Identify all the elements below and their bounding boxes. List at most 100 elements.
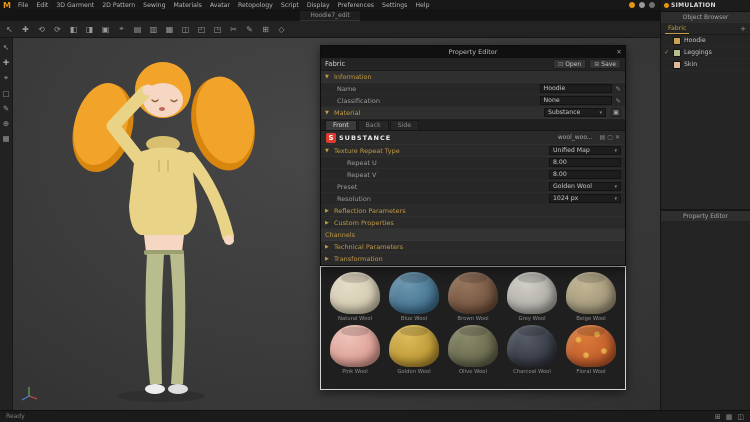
edit-pencil-icon[interactable]: ✎ — [616, 85, 621, 93]
material-thumbnail[interactable] — [507, 325, 557, 367]
sidebar-property-editor-header[interactable]: Property Editor — [661, 210, 750, 221]
avatar-character[interactable] — [23, 46, 323, 406]
material-item[interactable]: Golden Wool — [386, 325, 442, 375]
collapsed-triangle-icon[interactable]: ▶ — [325, 244, 331, 250]
material-panel-button[interactable]: ▣ — [611, 108, 621, 117]
material-thumbnail[interactable] — [566, 325, 616, 367]
material-thumbnail[interactable] — [507, 272, 557, 314]
repeat-u-field[interactable]: 8.00 — [549, 158, 621, 167]
collapsed-triangle-icon[interactable]: ▶ — [325, 256, 331, 262]
technical-parameters-header[interactable]: ▶ Technical Parameters — [321, 241, 625, 253]
expand-triangle-icon[interactable]: ▼ — [325, 110, 331, 116]
substance-action-icon[interactable]: ✕ — [615, 134, 620, 141]
tool-icon[interactable]: ⊕ — [3, 119, 9, 128]
material-item[interactable]: Natural Wool — [327, 272, 383, 322]
custom-properties-header[interactable]: ▶ Custom Properties — [321, 217, 625, 229]
resolution-dropdown[interactable]: 1024 px ▾ — [549, 194, 621, 203]
material-type-dropdown[interactable]: Substance ▾ — [544, 108, 606, 117]
material-item[interactable]: Olive Wool — [445, 325, 501, 375]
transformation-header[interactable]: ▶ Transformation — [321, 253, 625, 265]
material-thumbnail[interactable] — [330, 272, 380, 314]
menu-item[interactable]: Preferences — [334, 0, 378, 11]
material-tab[interactable]: Front — [325, 120, 357, 130]
material-thumbnail[interactable] — [448, 325, 498, 367]
material-section-header[interactable]: ▼ Material Substance ▾ ▣ — [321, 107, 625, 119]
texture-repeat-dropdown[interactable]: Unified Map ▾ — [549, 146, 621, 155]
toolbar-icon[interactable]: ⟳ — [52, 25, 63, 34]
tool-icon[interactable]: ↖ — [3, 43, 9, 52]
toolbar-icon[interactable]: ◰ — [196, 25, 207, 34]
material-item[interactable]: Floral Wool — [563, 325, 619, 375]
collapsed-triangle-icon[interactable]: ▶ — [325, 208, 331, 214]
toolbar-icon[interactable]: ⟲ — [36, 25, 47, 34]
texture-repeat-section[interactable]: ▼ Texture Repeat Type Unified Map ▾ — [321, 145, 625, 157]
menu-item[interactable]: Script — [277, 0, 303, 11]
material-thumbnail[interactable] — [448, 272, 498, 314]
menu-item[interactable]: File — [14, 0, 32, 11]
menubar-icon[interactable] — [649, 2, 655, 8]
tool-icon[interactable]: ✚ — [3, 58, 9, 67]
material-item[interactable]: Pink Wool — [327, 325, 383, 375]
close-icon[interactable]: ✕ — [613, 48, 625, 56]
menu-item[interactable]: 3D Garment — [52, 0, 98, 11]
menubar-icon[interactable] — [639, 2, 645, 8]
object-list-item[interactable]: ✓ Leggings — [661, 47, 750, 59]
material-item[interactable]: Blue Wool — [386, 272, 442, 322]
menu-item[interactable]: Help — [411, 0, 433, 11]
material-thumbnail[interactable] — [389, 272, 439, 314]
reflection-section-header[interactable]: ▶ Reflection Parameters — [321, 205, 625, 217]
object-browser-title[interactable]: Object Browser — [661, 12, 750, 23]
toolbar-icon[interactable]: ◳ — [212, 25, 223, 34]
menubar-icon[interactable] — [629, 2, 635, 8]
statusbar-icon[interactable]: ⊞ — [715, 413, 721, 421]
edit-pencil-icon[interactable]: ✎ — [616, 97, 621, 105]
document-tab[interactable]: Hoodie7_edit — [300, 11, 360, 21]
toolbar-icon[interactable]: ◇ — [276, 25, 287, 34]
material-item[interactable]: Grey Wool — [504, 272, 560, 322]
substance-action-icon[interactable]: ▤ — [600, 134, 606, 141]
toolbar-icon[interactable]: ▤ — [132, 25, 143, 34]
expand-triangle-icon[interactable]: ▼ — [325, 74, 331, 80]
toolbar-icon[interactable]: ◨ — [84, 25, 95, 34]
name-value-field[interactable]: Hoodie — [539, 84, 612, 93]
menu-item[interactable]: Materials — [170, 0, 206, 11]
channels-section-header[interactable]: Channels — [321, 229, 625, 241]
information-section-header[interactable]: ▼ Information — [321, 71, 625, 83]
menu-item[interactable]: 2D Pattern — [98, 0, 139, 11]
toolbar-icon[interactable]: ▥ — [148, 25, 159, 34]
material-item[interactable]: Beige Wool — [563, 272, 619, 322]
tool-icon[interactable]: ▢ — [2, 89, 9, 98]
menu-item[interactable]: Retopology — [234, 0, 277, 11]
material-tab[interactable]: Back — [357, 120, 389, 130]
tool-icon[interactable]: ⌖ — [4, 73, 8, 83]
toolbar-icon[interactable]: ▦ — [164, 25, 175, 34]
property-editor-titlebar[interactable]: Property Editor ✕ — [321, 46, 625, 58]
toolbar-icon[interactable]: ✚ — [20, 25, 31, 34]
material-tab[interactable]: Side — [389, 120, 420, 130]
menu-item[interactable]: Avatar — [206, 0, 234, 11]
toolbar-icon[interactable]: ✎ — [244, 25, 255, 34]
statusbar-icon[interactable]: ◫ — [737, 413, 744, 421]
tab-fabric[interactable]: Fabric — [665, 23, 690, 34]
material-thumbnail[interactable] — [330, 325, 380, 367]
statusbar-icon[interactable]: ▦ — [726, 413, 733, 421]
expand-triangle-icon[interactable]: ▼ — [325, 148, 331, 154]
tool-icon[interactable]: ▦ — [2, 134, 9, 143]
save-button[interactable]: ⊞ Save — [589, 59, 621, 69]
toolbar-icon[interactable]: ✂ — [228, 25, 239, 34]
material-thumbnail[interactable] — [566, 272, 616, 314]
toolbar-icon[interactable]: ↖ — [4, 25, 15, 34]
material-thumbnail[interactable] — [389, 325, 439, 367]
collapsed-triangle-icon[interactable]: ▶ — [325, 220, 331, 226]
preset-dropdown[interactable]: Golden Wool ▾ — [549, 182, 621, 191]
open-button[interactable]: ⊡ Open — [553, 59, 587, 69]
menu-item[interactable]: Display — [303, 0, 334, 11]
toolbar-icon[interactable]: ▣ — [100, 25, 111, 34]
tool-icon[interactable]: ✎ — [3, 104, 9, 113]
substance-action-icon[interactable]: ▢ — [607, 134, 613, 141]
toolbar-icon[interactable]: ⊞ — [260, 25, 271, 34]
mode-selector[interactable]: SIMULATION — [661, 0, 750, 12]
object-list-item[interactable]: ✓ Hoodie — [661, 35, 750, 47]
menu-item[interactable]: Settings — [378, 0, 411, 11]
material-item[interactable]: Charcoal Wool — [504, 325, 560, 375]
